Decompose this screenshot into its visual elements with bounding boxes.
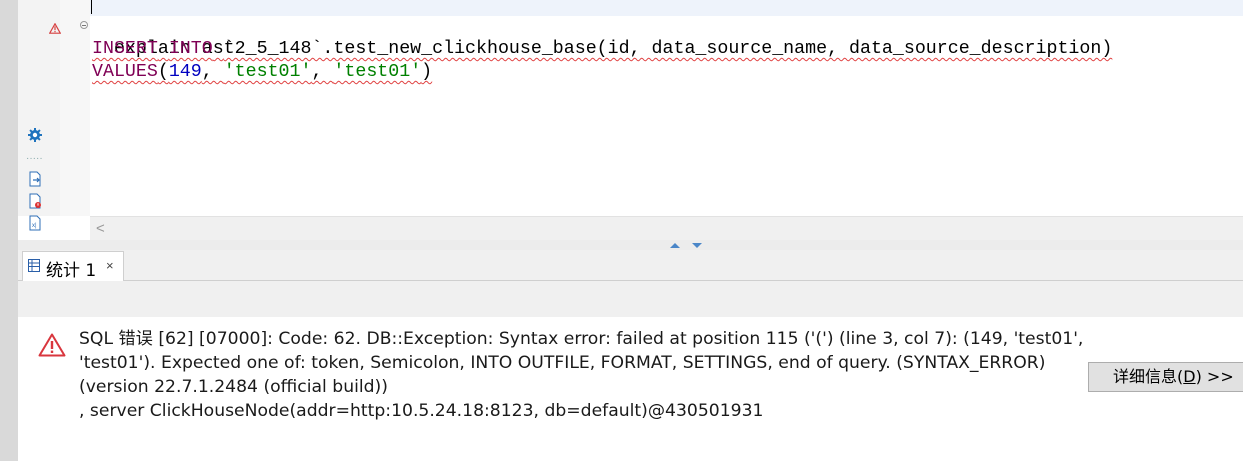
code-line-3[interactable]: VALUES(149, 'test01', 'test01') — [92, 61, 432, 84]
results-toolbar-area — [18, 281, 1243, 317]
close-icon[interactable]: × — [106, 258, 114, 273]
code-line-2[interactable]: INSERT INTO `2_5_148`.test_new_clickhous… — [92, 38, 1112, 61]
error-line-4: , server ClickHouseNode(addr=http:10.5.2… — [79, 401, 764, 421]
current-line-highlight — [90, 0, 1243, 16]
results-tab-bar — [18, 250, 1243, 281]
separator: , — [311, 62, 334, 82]
splitter-arrows-icon[interactable] — [668, 241, 706, 249]
keyword-insert: INSERT — [92, 39, 158, 59]
details-button[interactable]: 详细信息(D) >> — [1088, 362, 1243, 392]
line-gutter — [60, 0, 90, 216]
error-line-3: (version 22.7.1.2484 (official build)) — [79, 377, 388, 397]
text-caret — [91, 0, 92, 14]
string-literal: 'test01' — [333, 62, 422, 82]
syntax-error-marker-icon[interactable] — [49, 23, 61, 34]
left-window-edge — [0, 0, 18, 461]
paren: ) — [421, 62, 433, 82]
error-line-1: SQL 错误 [62] [07000]: Code: 62. DB::Excep… — [79, 329, 1084, 349]
paren: ( — [157, 62, 169, 82]
error-message: SQL 错误 [62] [07000]: Code: 62. DB::Excep… — [79, 327, 1084, 423]
details-mnemonic: D — [1183, 367, 1196, 386]
keyword-values: VALUES — [92, 62, 158, 82]
export-icon[interactable] — [27, 171, 43, 187]
panel-splitter[interactable] — [18, 240, 1243, 250]
error-line-2: 'test01'). Expected one of: token, Semic… — [79, 353, 1046, 373]
separator: , — [201, 62, 224, 82]
svg-text:x|: x| — [32, 223, 37, 229]
grid-table-icon — [28, 259, 40, 272]
code-text: `2_5_148`.test_new_clickhouse_base(id, d… — [223, 39, 1113, 59]
fold-toggle-icon[interactable] — [80, 21, 88, 29]
file-error-icon[interactable] — [27, 193, 43, 209]
tab-label[interactable]: 统计 1 — [46, 256, 96, 281]
settings-icon[interactable] — [27, 127, 43, 143]
excel-icon[interactable]: x| — [27, 215, 43, 231]
separator-dots: ····· — [26, 153, 43, 164]
details-label-pre: 详细信息( — [1113, 367, 1184, 386]
keyword-into: INTO — [168, 39, 213, 59]
scroll-left-arrow-icon[interactable]: < — [96, 220, 105, 237]
string-literal: 'test01' — [223, 62, 312, 82]
number-literal: 149 — [168, 62, 202, 82]
error-triangle-icon — [38, 333, 66, 357]
horizontal-scrollbar[interactable] — [90, 216, 1243, 241]
details-label-post: ) >> — [1195, 367, 1234, 386]
